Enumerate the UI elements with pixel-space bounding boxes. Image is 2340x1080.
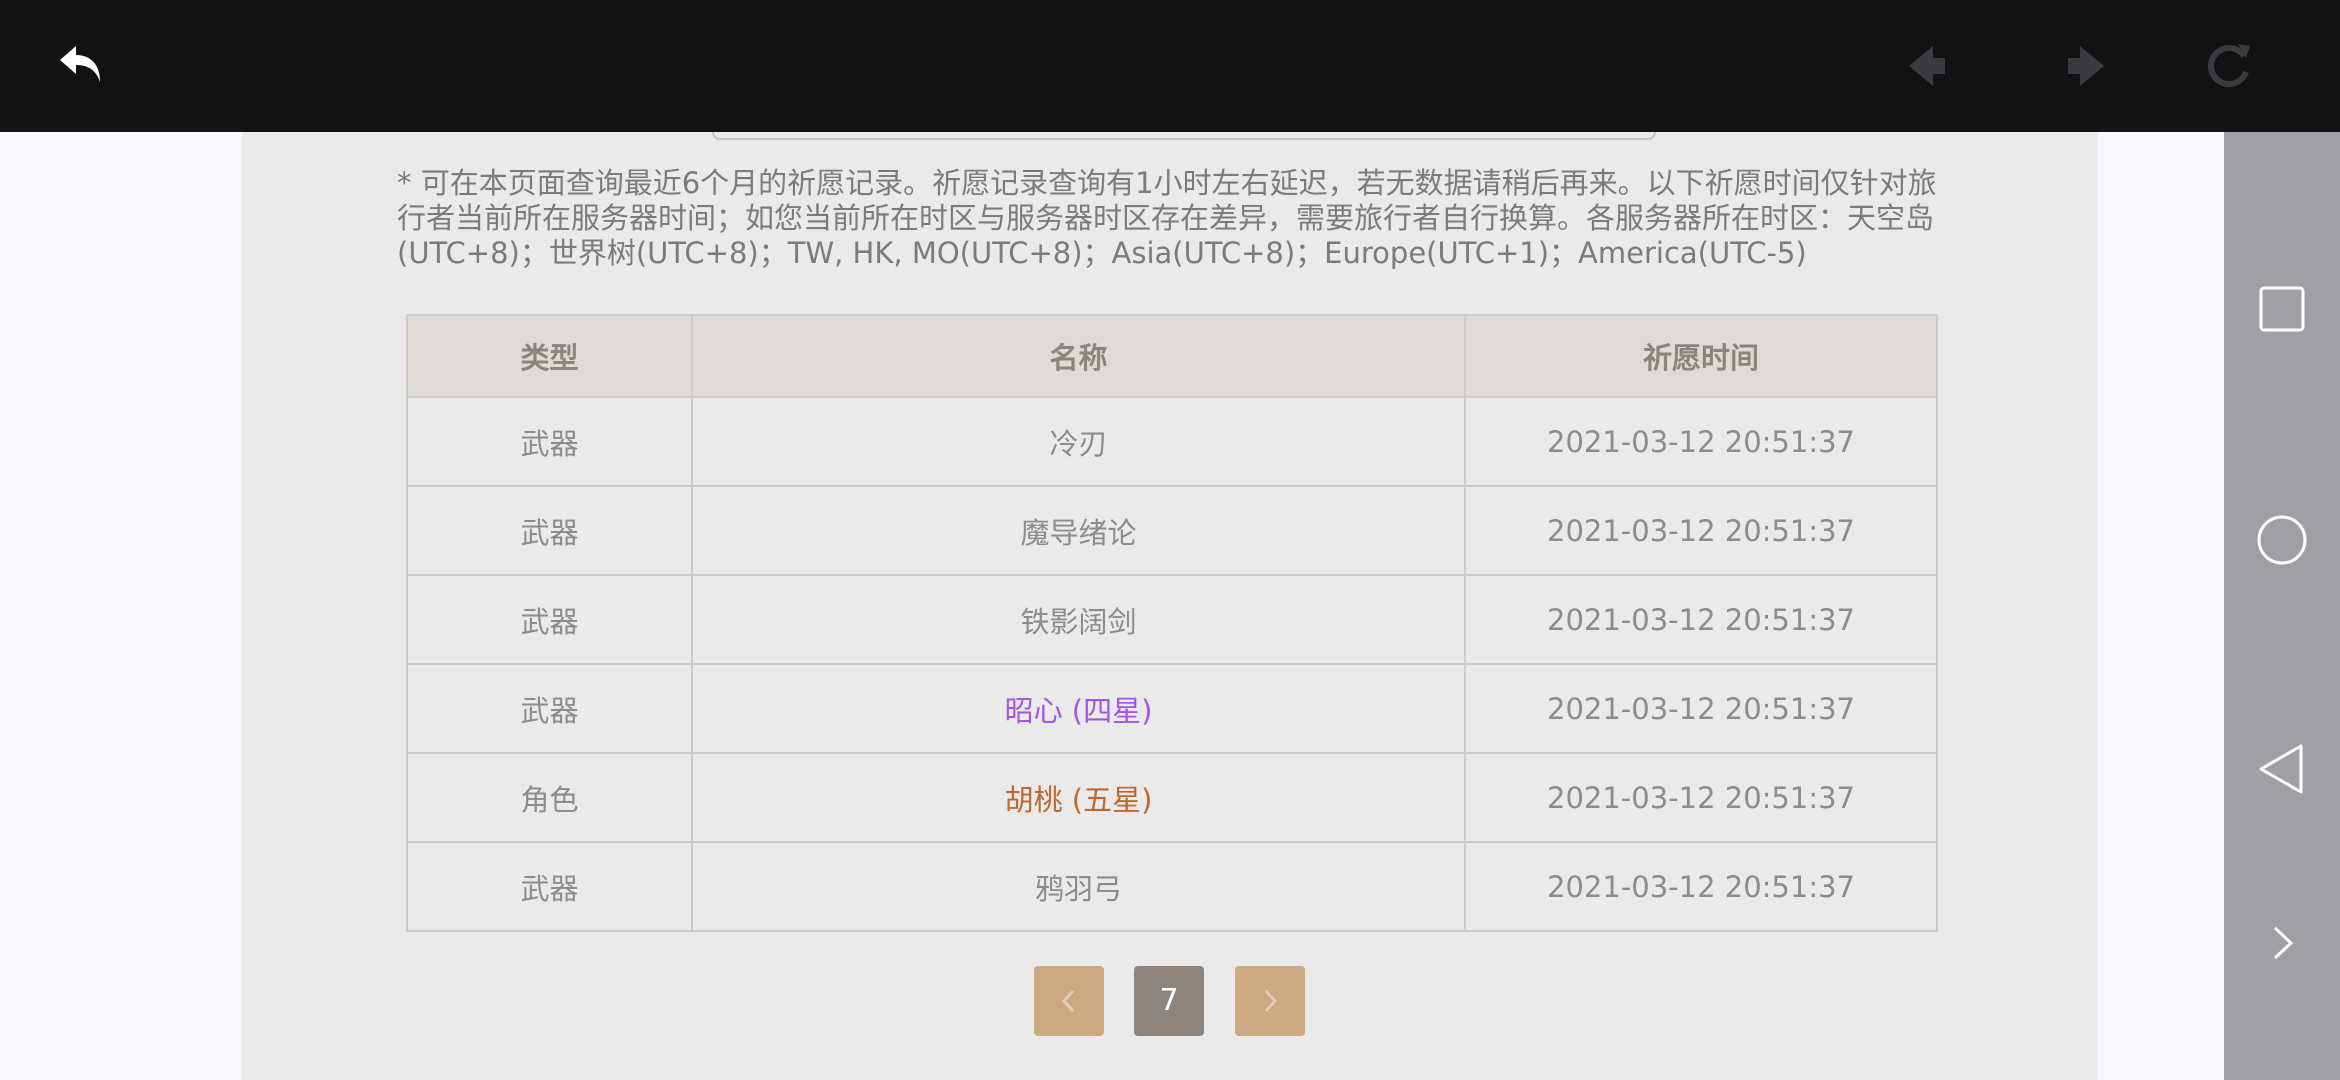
wish-history-table: 类型 名称 祈愿时间 武器 冷刃 2021-03-12 20:51:37 武器 … [406,314,1938,932]
circle-icon[interactable] [2253,511,2311,569]
table-row: 武器 铁影阔剑 2021-03-12 20:51:37 [406,574,1938,665]
cell-time: 2021-03-12 20:51:37 [1464,485,1938,576]
previous-element-edge [712,132,1656,140]
cell-type: 武器 [406,663,693,754]
content-panel: * 可在本页面查询最近6个月的祈愿记录。祈愿记录查询有1小时左右延迟，若无数据请… [242,132,2098,1080]
diamond-left-icon[interactable] [1905,38,1961,94]
cell-type: 武器 [406,396,693,487]
table-row: 武器 鸦羽弓 2021-03-12 20:51:37 [406,841,1938,932]
cell-type: 武器 [406,485,693,576]
header-time: 祈愿时间 [1464,314,1938,398]
table-row: 武器 昭心 (四星) 2021-03-12 20:51:37 [406,663,1938,754]
cell-time: 2021-03-12 20:51:37 [1464,396,1938,487]
cell-type: 武器 [406,841,693,932]
cell-name-five-star: 胡桃 (五星) [691,752,1466,843]
header-name: 名称 [691,314,1466,398]
cell-name: 魔导绪论 [691,485,1466,576]
cell-type: 武器 [406,574,693,665]
top-toolbar [0,0,2340,132]
table-row: 武器 冷刃 2021-03-12 20:51:37 [406,396,1938,487]
cell-name: 鸦羽弓 [691,841,1466,932]
refresh-icon[interactable] [2200,38,2256,94]
current-page-indicator[interactable]: 7 [1134,966,1204,1036]
cell-time: 2021-03-12 20:51:37 [1464,574,1938,665]
header-type: 类型 [406,314,693,398]
chevron-left-icon [1061,989,1075,1013]
notice-text: * 可在本页面查询最近6个月的祈愿记录。祈愿记录查询有1小时左右延迟，若无数据请… [397,166,1937,270]
android-nav-bar [2224,0,2340,1080]
chevron-right-icon[interactable] [2253,914,2311,972]
cell-type: 角色 [406,752,693,843]
triangle-icon[interactable] [2253,740,2311,798]
table-header-row: 类型 名称 祈愿时间 [406,314,1938,398]
cell-time: 2021-03-12 20:51:37 [1464,752,1938,843]
table-row: 角色 胡桃 (五星) 2021-03-12 20:51:37 [406,752,1938,843]
cell-name-four-star: 昭心 (四星) [691,663,1466,754]
cell-time: 2021-03-12 20:51:37 [1464,663,1938,754]
previous-page-button[interactable] [1034,966,1104,1036]
next-page-button[interactable] [1235,966,1305,1036]
cell-name: 铁影阔剑 [691,574,1466,665]
diamond-right-icon[interactable] [2052,38,2108,94]
cell-time: 2021-03-12 20:51:37 [1464,841,1938,932]
square-icon[interactable] [2253,280,2311,338]
table-row: 武器 魔导绪论 2021-03-12 20:51:37 [406,485,1938,576]
cell-name: 冷刃 [691,396,1466,487]
chevron-right-icon [1264,989,1278,1013]
back-arrow-icon[interactable] [54,38,110,94]
